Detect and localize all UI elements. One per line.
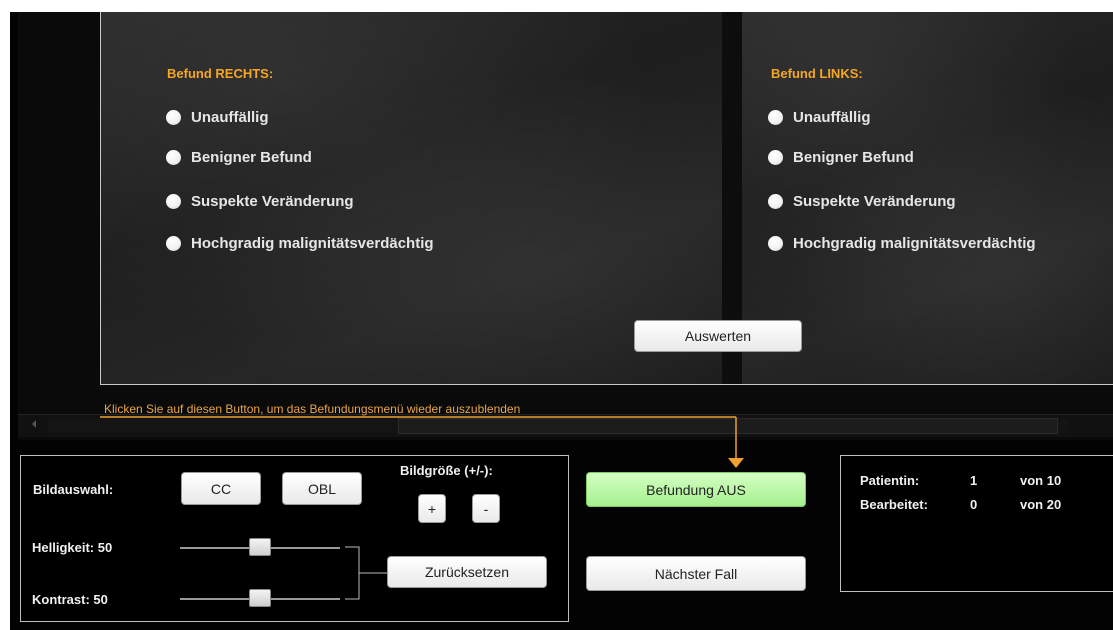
radio-button-icon[interactable] (768, 194, 783, 209)
zoom-out-button[interactable]: - (472, 494, 500, 523)
helligkeit-label: Helligkeit: 50 (32, 540, 113, 555)
helligkeit-slider-thumb[interactable] (249, 538, 271, 556)
auswerten-button[interactable]: Auswerten (634, 320, 802, 352)
radio-label: Suspekte Veränderung (793, 193, 956, 210)
bearbeitet-label: Bearbeitet: (860, 497, 928, 512)
radio-rechts-benigner[interactable]: Benigner Befund (166, 149, 312, 166)
radio-rechts-unauffaellig[interactable]: Unauffällig (166, 109, 269, 126)
panel-border (100, 384, 1113, 385)
radio-label: Hochgradig malignitätsverdächtig (191, 235, 434, 252)
radio-label: Suspekte Veränderung (191, 193, 354, 210)
radio-button-icon[interactable] (166, 236, 181, 251)
befundung-aus-button[interactable]: Befundung AUS (586, 472, 806, 507)
radio-links-suspekt[interactable]: Suspekte Veränderung (768, 193, 956, 210)
radio-label: Benigner Befund (191, 149, 312, 166)
cc-button[interactable]: CC (181, 472, 261, 505)
radio-label: Hochgradig malignitätsverdächtig (793, 235, 1036, 252)
befund-links-title: Befund LINKS: (771, 66, 863, 81)
radio-label: Unauffällig (793, 109, 871, 126)
kontrast-label: Kontrast: 50 (32, 592, 108, 607)
patientin-total: von 10 (1020, 473, 1062, 488)
panel-border (100, 12, 101, 385)
bearbeitet-value: 0 (970, 497, 978, 512)
befund-rechts-title: Befund RECHTS: (167, 66, 274, 81)
radio-links-benigner[interactable]: Benigner Befund (768, 149, 914, 166)
slider-group-bracket (345, 546, 389, 600)
radio-links-hochgradig[interactable]: Hochgradig malignitätsverdächtig (768, 235, 1036, 252)
naechster-fall-button[interactable]: Nächster Fall (586, 556, 806, 591)
reset-button[interactable]: Zurücksetzen (387, 556, 547, 588)
radio-button-icon[interactable] (166, 194, 181, 209)
patientin-label: Patientin: (860, 473, 920, 488)
radio-links-unauffaellig[interactable]: Unauffällig (768, 109, 871, 126)
radio-button-icon[interactable] (768, 110, 783, 125)
bildauswahl-label: Bildauswahl: (33, 482, 114, 497)
kontrast-slider-thumb[interactable] (249, 589, 271, 607)
patientin-value: 1 (970, 473, 978, 488)
bildgroesse-label: Bildgröße (+/-): (400, 463, 493, 478)
obl-button[interactable]: OBL (282, 472, 362, 505)
scroll-left-arrow-icon[interactable] (32, 420, 36, 428)
radio-button-icon[interactable] (166, 110, 181, 125)
radio-button-icon[interactable] (768, 150, 783, 165)
bearbeitet-total: von 20 (1020, 497, 1062, 512)
radio-rechts-hochgradig[interactable]: Hochgradig malignitätsverdächtig (166, 235, 434, 252)
radio-label: Benigner Befund (793, 149, 914, 166)
zoom-in-button[interactable]: + (418, 494, 446, 523)
radio-rechts-suspekt[interactable]: Suspekte Veränderung (166, 193, 354, 210)
radio-button-icon[interactable] (768, 236, 783, 251)
radio-button-icon[interactable] (166, 150, 181, 165)
radio-label: Unauffällig (191, 109, 269, 126)
